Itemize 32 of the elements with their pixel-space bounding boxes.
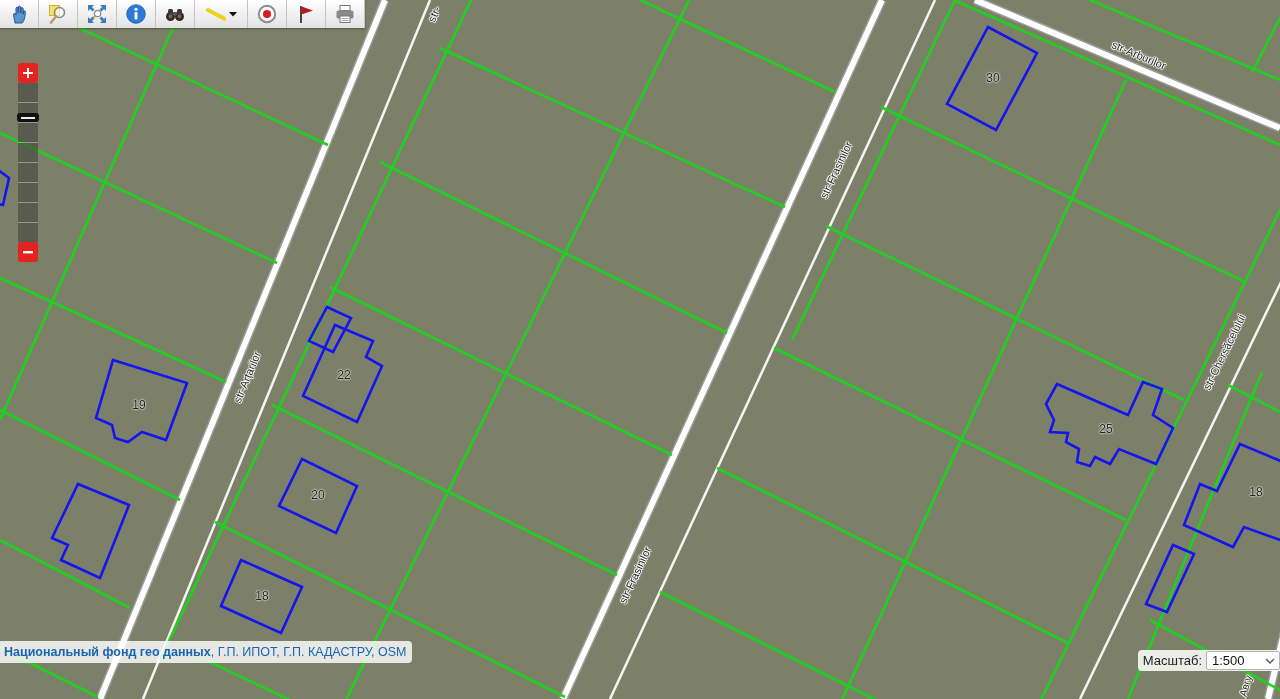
scale-select[interactable]: 1:500 — [1206, 651, 1280, 670]
pan-tool-button[interactable] — [0, 0, 39, 28]
caret-icon — [228, 11, 237, 17]
full-extent-button[interactable] — [78, 0, 117, 28]
street-label: str- — [425, 4, 443, 24]
building-number: 25 — [1099, 422, 1113, 436]
scale-label: Масштаб: — [1142, 653, 1202, 668]
magnifier-icon — [48, 4, 68, 24]
building-number: 22 — [337, 368, 351, 382]
info-button[interactable] — [117, 0, 156, 28]
attribution-text: Национальный фонд гео данных, Г.П. ИПОТ, Г.П. КАДАСТРУ, OSM — [0, 641, 413, 663]
flag-button[interactable] — [287, 0, 326, 28]
expand-arrows-icon — [87, 4, 107, 24]
print-button[interactable] — [326, 0, 365, 28]
target-icon — [257, 4, 277, 24]
plus-icon — [22, 67, 34, 79]
record-button[interactable] — [248, 0, 287, 28]
street-label: Авгу — [1237, 674, 1255, 698]
building-number: 18 — [255, 589, 269, 603]
zoom-in-button[interactable] — [18, 63, 38, 83]
building-number: 19 — [132, 398, 146, 412]
chevron-down-icon — [1265, 657, 1275, 664]
info-icon — [126, 4, 146, 24]
zoom-slider-thumb[interactable] — [17, 113, 39, 122]
building-number: 18 — [1249, 485, 1263, 499]
zoom-box-button[interactable] — [39, 0, 78, 28]
building-number: 30 — [986, 71, 1000, 85]
zoom-out-button[interactable] — [18, 242, 38, 262]
building-number: 20 — [311, 488, 325, 502]
search-button[interactable] — [156, 0, 195, 28]
building-outline — [0, 167, 11, 207]
printer-icon — [335, 4, 355, 24]
